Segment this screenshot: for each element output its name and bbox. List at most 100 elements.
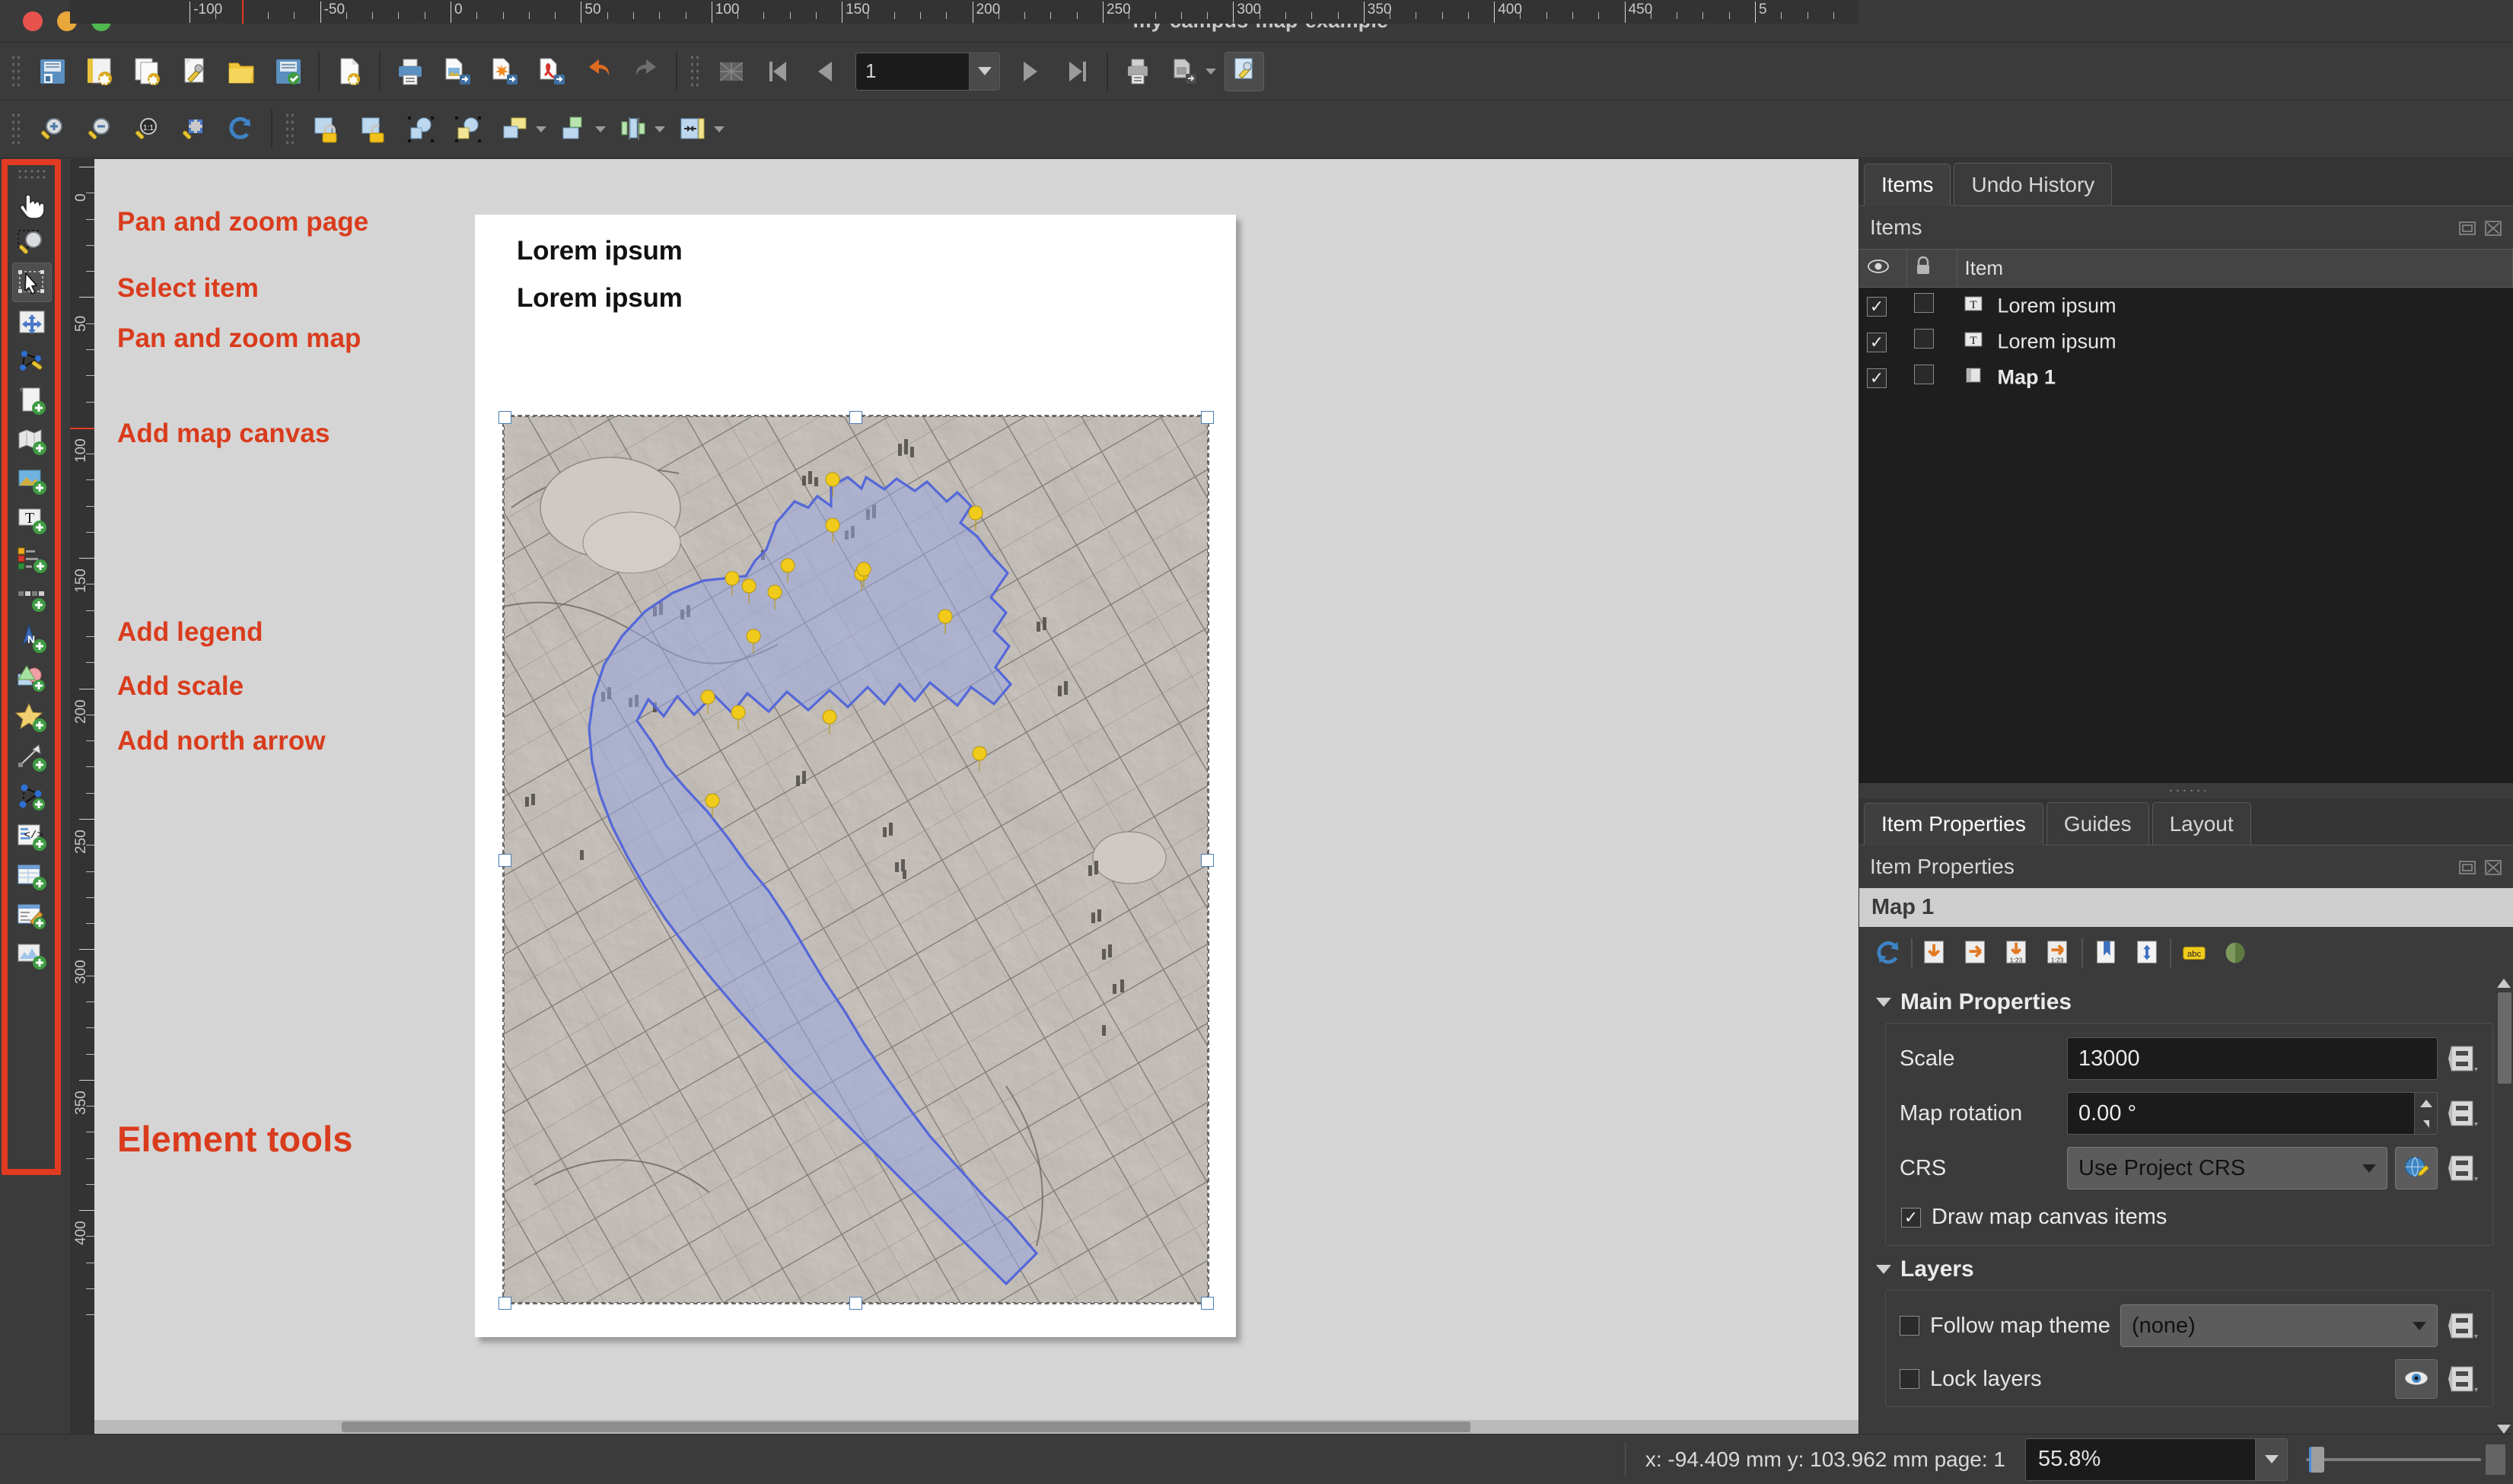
print-button[interactable] xyxy=(1118,52,1158,91)
new-layout-button[interactable] xyxy=(80,52,119,91)
close-window-button[interactable] xyxy=(23,11,43,31)
close-icon[interactable] xyxy=(2484,218,2502,237)
page-sheet[interactable]: Lorem ipsum Lorem ipsum xyxy=(475,215,1236,1337)
table-row[interactable]: ✓ T Lorem ipsum xyxy=(1859,323,2513,359)
unlock-items-button[interactable] xyxy=(354,110,393,149)
item-visible-checkbox[interactable]: ✓ xyxy=(1867,297,1887,317)
item-lock-checkbox[interactable] xyxy=(1914,293,1934,313)
next-page-button[interactable] xyxy=(1010,52,1049,91)
raise-items-button[interactable] xyxy=(495,110,535,149)
atlas-export-button[interactable] xyxy=(1165,52,1205,91)
undo-button[interactable] xyxy=(579,52,619,91)
open-template-button[interactable] xyxy=(221,52,261,91)
resize-items-button[interactable] xyxy=(674,110,713,149)
edit-nodes-tool[interactable] xyxy=(12,342,52,381)
add-elevation-profile-tool[interactable] xyxy=(12,935,52,975)
undock-icon[interactable] xyxy=(2458,858,2476,876)
undock-icon[interactable] xyxy=(2458,218,2476,237)
map-rotation-input[interactable]: 0.00 ° xyxy=(2067,1092,2438,1135)
zoom-toolbar-grip[interactable] xyxy=(11,111,23,147)
map-handle-bottom-right[interactable] xyxy=(1201,1297,1214,1310)
chevron-down-icon[interactable] xyxy=(2362,1164,2376,1173)
zoom-tool[interactable] xyxy=(12,223,52,263)
labeling-button[interactable]: abc xyxy=(2176,935,2212,971)
layout-manager-button[interactable] xyxy=(174,52,214,91)
duplicate-layout-button[interactable] xyxy=(127,52,167,91)
items-list[interactable]: Item ✓ T Lorem ipsum ✓ T Lorem ipsum ✓ M… xyxy=(1859,249,2513,783)
add-page-tool[interactable] xyxy=(12,381,52,421)
layers-section[interactable]: Layers xyxy=(1859,1246,2513,1290)
tab-item-properties[interactable]: Item Properties xyxy=(1864,803,2043,845)
toolbar-grip[interactable] xyxy=(11,53,23,89)
add-map-tool[interactable] xyxy=(12,421,52,460)
map-handle-top-left[interactable] xyxy=(498,411,511,424)
page-number-spinbox[interactable]: 1 xyxy=(855,52,1000,91)
item-lock-checkbox[interactable] xyxy=(1914,329,1934,349)
export-image-button[interactable] xyxy=(438,52,477,91)
dock-splitter[interactable] xyxy=(1859,783,2513,798)
atlas-dropdown-caret[interactable] xyxy=(1206,68,1216,75)
item-lock-checkbox[interactable] xyxy=(1914,365,1934,384)
save-template-button[interactable] xyxy=(269,52,308,91)
raise-dropdown-caret[interactable] xyxy=(536,126,546,132)
group-items-button[interactable] xyxy=(401,110,441,149)
lock-layers-data-defined-button[interactable] xyxy=(2448,1362,2479,1396)
chevron-down-icon[interactable] xyxy=(2413,1321,2426,1330)
draw-map-canvas-items-row[interactable]: ✓ Draw map canvas items xyxy=(1900,1202,2479,1230)
follow-map-theme-select[interactable]: (none) xyxy=(2120,1304,2438,1347)
tab-undo-history[interactable]: Undo History xyxy=(1954,163,2113,205)
redo-button[interactable] xyxy=(626,52,666,91)
lower-dropdown-caret[interactable] xyxy=(595,126,606,132)
save-project-button[interactable] xyxy=(33,52,72,91)
select-crs-button[interactable] xyxy=(2395,1147,2438,1189)
print-layout-button[interactable] xyxy=(390,52,430,91)
map-handle-bottom-center[interactable] xyxy=(849,1297,862,1310)
page-label-item-2[interactable]: Lorem ipsum xyxy=(517,283,683,314)
add-label-tool[interactable]: T xyxy=(12,500,52,540)
map-rotation-stepper[interactable] xyxy=(2414,1093,2437,1134)
arrange-toolbar-grip[interactable] xyxy=(285,111,297,147)
add-html-tool[interactable]: </> xyxy=(12,817,52,856)
item-visible-checkbox[interactable]: ✓ xyxy=(1867,368,1887,388)
new-report-button[interactable] xyxy=(330,52,369,91)
chevron-down-icon[interactable] xyxy=(1876,1265,1891,1274)
properties-scroll-thumb[interactable] xyxy=(2498,992,2511,1084)
nav-toolbar-grip[interactable] xyxy=(690,53,702,89)
refresh-view-button[interactable] xyxy=(221,110,261,149)
item-visible-checkbox[interactable]: ✓ xyxy=(1867,333,1887,352)
layout-canvas[interactable]: Pan and zoom page Select item Pan and zo… xyxy=(94,159,1858,1434)
add-node-item-tool[interactable] xyxy=(12,777,52,817)
ungroup-items-button[interactable] xyxy=(448,110,488,149)
zoom-slider-handle[interactable] xyxy=(2309,1446,2324,1473)
zoom-level-dropdown[interactable] xyxy=(2255,1438,2287,1480)
view-scale-in-canvas-button[interactable]: 1:23 xyxy=(2040,935,2077,971)
move-content-tool[interactable] xyxy=(12,302,52,342)
follow-map-theme-checkbox[interactable] xyxy=(1900,1316,1919,1336)
add-legend-tool[interactable] xyxy=(12,540,52,579)
add-fixed-table-tool[interactable] xyxy=(12,896,52,935)
add-arrow-tool[interactable] xyxy=(12,737,52,777)
scroll-down-arrow-icon[interactable] xyxy=(2497,1425,2511,1434)
resize-grip[interactable] xyxy=(2486,1444,2505,1475)
resize-dropdown-caret[interactable] xyxy=(714,126,725,132)
draw-map-canvas-items-checkbox[interactable]: ✓ xyxy=(1901,1207,1921,1228)
export-pdf-button[interactable] xyxy=(532,52,572,91)
main-properties-section[interactable]: Main Properties xyxy=(1859,979,2513,1023)
layout-properties-button[interactable] xyxy=(1225,51,1264,91)
add-marker-tool[interactable] xyxy=(12,698,52,737)
add-picture-tool[interactable] xyxy=(12,460,52,500)
lower-items-button[interactable] xyxy=(555,110,594,149)
crs-data-defined-button[interactable] xyxy=(2448,1151,2479,1185)
map-handle-mid-right[interactable] xyxy=(1201,854,1214,867)
scroll-up-arrow-icon[interactable] xyxy=(2497,979,2511,988)
element-toolbar-grip[interactable] xyxy=(17,168,47,179)
update-preview-button[interactable] xyxy=(1870,935,1906,971)
align-items-button[interactable] xyxy=(614,110,654,149)
set-map-scale-to-canvas-button[interactable]: 1:23 xyxy=(1999,935,2036,971)
scale-input[interactable]: 13000 xyxy=(2067,1037,2438,1080)
map-item-frame[interactable] xyxy=(502,415,1209,1304)
clipping-button[interactable] xyxy=(2217,935,2253,971)
zoom-out-button[interactable] xyxy=(80,110,119,149)
export-svg-button[interactable] xyxy=(485,52,524,91)
lock-items-button[interactable] xyxy=(307,110,346,149)
